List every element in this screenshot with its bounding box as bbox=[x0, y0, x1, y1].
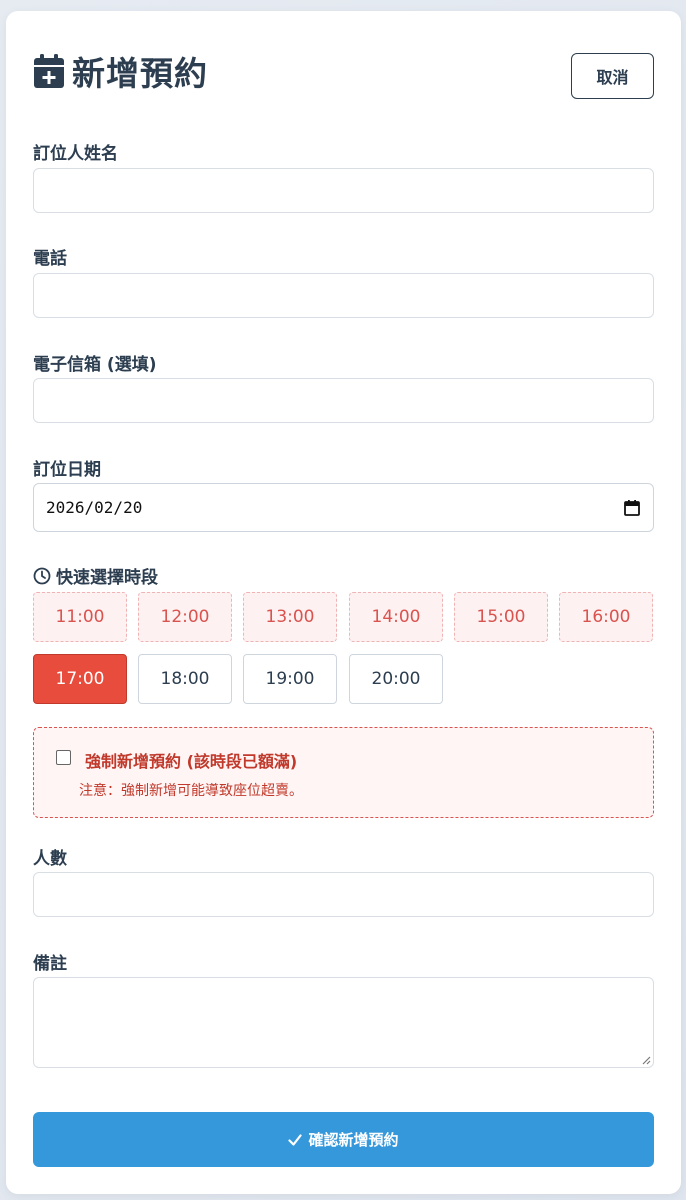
page-title: 新增預約 bbox=[72, 54, 208, 93]
submit-label: 確認新增預約 bbox=[308, 1131, 399, 1149]
name-input[interactable] bbox=[33, 168, 654, 213]
date-input[interactable]: 2026/02/20 bbox=[33, 483, 654, 532]
cancel-button[interactable]: 取消 bbox=[571, 53, 654, 99]
form-header: 新增預約 bbox=[33, 47, 208, 95]
timeslot-button[interactable]: 18:00 bbox=[138, 654, 232, 704]
timeslot-button[interactable]: 14:00 bbox=[349, 592, 443, 642]
date-label: 訂位日期 bbox=[33, 460, 101, 480]
timeslot-button[interactable]: 19:00 bbox=[243, 654, 337, 704]
force-add-panel: 強制新增預約 (該時段已額滿) 注意：強制新增可能導致座位超賣。 bbox=[33, 727, 654, 818]
calendar-icon[interactable] bbox=[623, 499, 641, 517]
force-add-checkbox[interactable] bbox=[56, 750, 71, 765]
booking-form-card: 新增預約 取消 訂位人姓名 電話 電子信箱 (選填) 訂位日期 2026/02/… bbox=[6, 11, 681, 1194]
check-icon bbox=[288, 1133, 303, 1146]
timeslot-button[interactable]: 17:00 bbox=[33, 654, 127, 704]
timeslot-button[interactable]: 20:00 bbox=[349, 654, 443, 704]
clock-icon bbox=[33, 567, 51, 584]
timeslot-button[interactable]: 11:00 bbox=[33, 592, 127, 642]
timeslot-label: 快速選擇時段 bbox=[33, 563, 158, 588]
date-value: 2026/02/20 bbox=[46, 498, 143, 517]
phone-input[interactable] bbox=[33, 273, 654, 318]
timeslot-label-text: 快速選擇時段 bbox=[56, 568, 158, 588]
notes-textarea[interactable] bbox=[33, 977, 654, 1068]
email-input[interactable] bbox=[33, 378, 654, 423]
name-label: 訂位人姓名 bbox=[33, 144, 118, 164]
timeslot-button[interactable]: 15:00 bbox=[454, 592, 548, 642]
timeslot-button[interactable]: 16:00 bbox=[559, 592, 653, 642]
force-add-warning: 注意：強制新增可能導致座位超賣。 bbox=[79, 783, 303, 799]
resize-handle-icon[interactable] bbox=[641, 1055, 651, 1065]
notes-label: 備註 bbox=[33, 954, 67, 974]
force-add-label[interactable]: 強制新增預約 (該時段已額滿) bbox=[85, 748, 297, 772]
timeslot-button[interactable]: 13:00 bbox=[243, 592, 337, 642]
phone-label: 電話 bbox=[33, 249, 67, 269]
timeslot-button[interactable]: 12:00 bbox=[138, 592, 232, 642]
party-size-input[interactable] bbox=[33, 872, 654, 917]
party-size-label: 人數 bbox=[33, 849, 67, 869]
email-label: 電子信箱 (選填) bbox=[33, 355, 157, 375]
calendar-plus-icon bbox=[34, 54, 64, 88]
submit-booking-button[interactable]: 確認新增預約 bbox=[33, 1112, 654, 1167]
